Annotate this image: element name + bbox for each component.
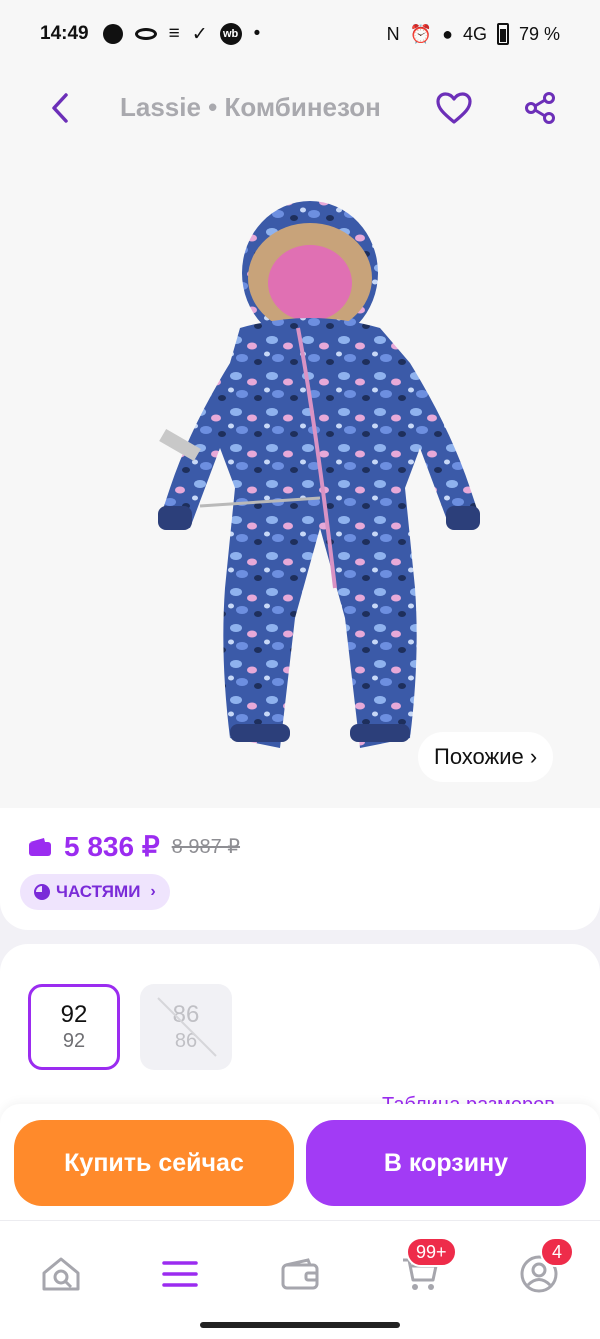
signal-icon: 4G [462,23,487,44]
share-icon [525,92,555,124]
status-notification-icons: ≡ ✓ wb • [102,23,261,46]
add-to-cart-button[interactable]: В корзину [306,1120,586,1206]
heart-icon [436,92,472,124]
pie-chart-icon [34,884,50,900]
top-bar: Lassie • Комбинезон [0,68,600,148]
nav-wallet-button[interactable] [275,1249,325,1299]
cart-count-badge: 99+ [406,1237,457,1267]
chevron-left-icon [52,93,68,123]
old-price: 8 987 ₽ [171,836,241,858]
price-card: 5 836 ₽ 8 987 ₽ ЧАСТЯМИ › [0,808,600,930]
similar-products-button[interactable]: Похожие › [418,732,554,782]
app-notification-icon [134,28,157,40]
nav-catalog-button[interactable] [155,1249,205,1299]
wallet-icon [29,837,51,856]
size-value: 86 [172,1000,200,1028]
back-button[interactable] [40,88,80,128]
menu-icon [162,1261,198,1287]
battery-icon [496,23,509,45]
status-bar: 14:49 ≡ ✓ wb • N ⏰ ● 4G 79 % [0,0,600,68]
wb-notification-icon: wb [219,23,242,45]
price-row: 5 836 ₽ 8 987 ₽ [28,830,240,863]
size-sub-value: 86 [174,1030,198,1053]
installments-badge[interactable]: ЧАСТЯМИ › [20,874,170,910]
more-notifications-icon: • [253,23,261,44]
status-time: 14:49 [40,23,89,44]
check-notification-icon: ✓ [191,23,208,45]
nfc-icon: N [386,23,400,44]
battery-percent: 79 % [518,23,560,44]
product-gallery[interactable]: Похожие › [0,68,600,808]
size-option-92[interactable]: 92 92 [28,984,120,1070]
size-option-86[interactable]: 86 86 [140,984,232,1070]
installments-label: ЧАСТЯМИ [56,882,141,901]
size-sub-value: 92 [62,1030,86,1053]
purchase-action-bar: Купить сейчас В корзину [0,1104,600,1220]
share-button[interactable] [518,86,562,130]
current-price: 5 836 ₽ [64,831,160,862]
menu-notification-icon: ≡ [168,23,180,44]
home-search-icon [42,1257,80,1291]
status-system-icons: N ⏰ ● 4G 79 % [387,23,560,45]
size-selector-card: 92 92 86 86 Таблица размеров [0,944,600,1124]
favorite-button[interactable] [432,86,476,130]
product-image[interactable] [120,188,500,768]
home-indicator[interactable] [200,1322,400,1328]
app-screen: 14:49 ≡ ✓ wb • N ⏰ ● 4G 79 % Похожие › L… [0,0,600,1339]
page-title: Lassie • Комбинезон [120,92,381,122]
app-notification-icon [102,24,123,44]
buy-now-button[interactable]: Купить сейчас [14,1120,294,1206]
nav-home-button[interactable] [36,1249,86,1299]
similar-products-label: Похожие › [434,744,538,769]
chevron-right-icon: › [150,883,156,900]
alarm-icon: ⏰ [409,23,433,44]
size-value: 92 [60,1000,88,1028]
location-icon: ● [442,23,453,44]
wallet-icon [281,1258,319,1290]
profile-notification-badge: 4 [540,1237,574,1267]
